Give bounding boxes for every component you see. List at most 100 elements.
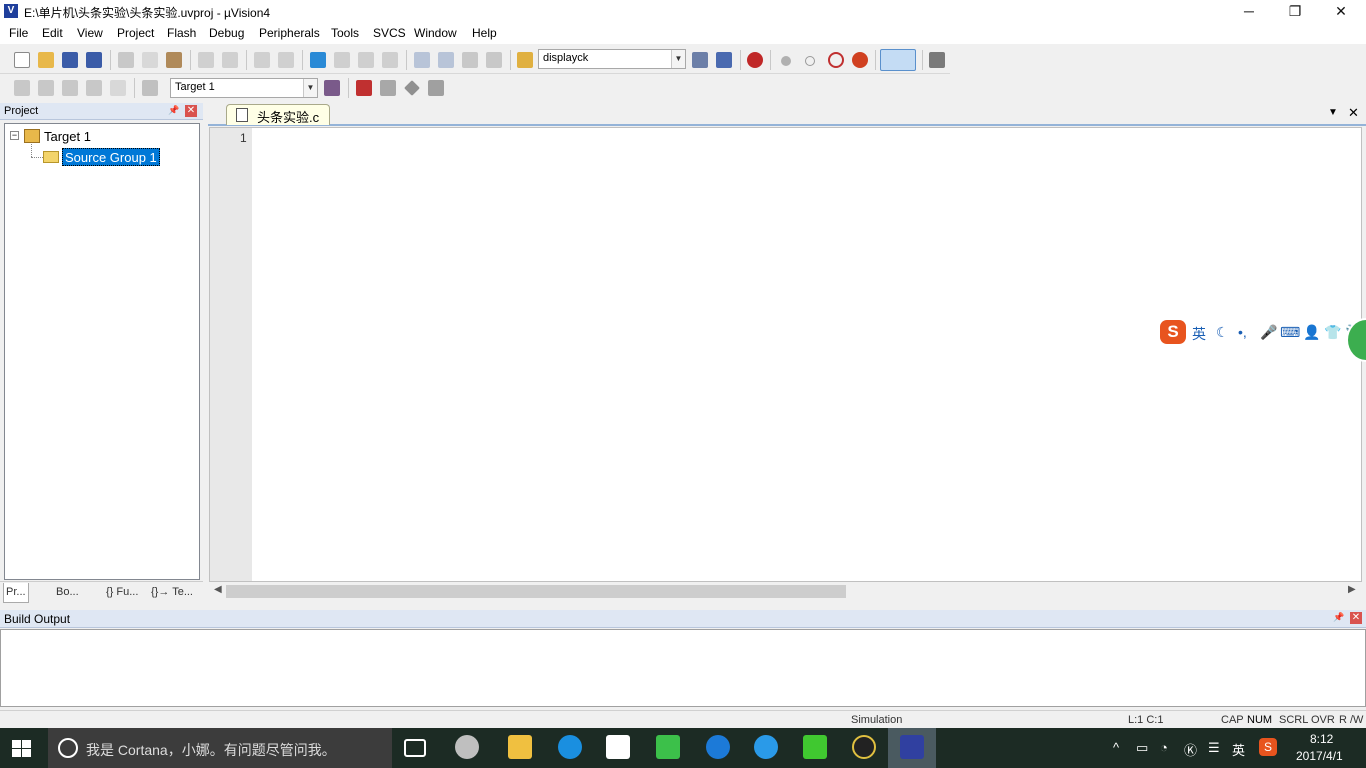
find-combo[interactable]: displayck ▼ [538,49,686,69]
pin-icon[interactable]: 📌 [168,105,179,116]
debug-session-icon[interactable] [747,52,763,68]
menu-window[interactable]: Window [414,26,457,40]
iqiyi-icon[interactable] [803,735,827,759]
sogou-browser-icon[interactable] [754,735,778,759]
tab-templates[interactable]: {}→ Te... [149,583,195,603]
bookmark-toggle-icon[interactable] [310,52,326,68]
breakpoint-disable-all-icon[interactable] [828,52,844,68]
menu-project[interactable]: Project [117,26,154,40]
navigate-back-icon[interactable] [254,52,270,68]
indent-icon[interactable] [414,52,430,68]
chevron-down-icon[interactable]: ▼ [303,79,317,97]
green-app-icon[interactable] [656,735,680,759]
close-panel-icon[interactable]: ✕ [185,105,197,117]
scroll-right-icon[interactable]: ▶ [1348,584,1356,595]
code-editor[interactable] [209,127,1362,582]
incremental-find-icon[interactable] [716,52,732,68]
breakpoint-insert-icon[interactable] [781,56,791,66]
menu-svcs[interactable]: SVCS [373,26,406,40]
qq-icon[interactable] [852,735,876,759]
bookmark-prev-icon[interactable] [334,52,350,68]
menu-file[interactable]: File [9,26,28,40]
maximize-button[interactable]: ❐ [1272,0,1318,23]
build-icon[interactable] [38,80,54,96]
kugou-tray-icon[interactable]: Ⓚ [1184,740,1197,759]
windows-start-icon[interactable] [12,740,32,758]
battery-icon[interactable]: ▭ [1136,740,1148,756]
find-in-files-icon[interactable] [517,52,533,68]
wifi-icon[interactable]: ◔ [1160,740,1168,755]
notification-icon[interactable]: ☰ [1208,740,1220,756]
manage-rte-icon[interactable] [404,80,420,96]
minimize-button[interactable]: ─ [1226,0,1272,23]
sogou-tray-icon[interactable]: S [1259,738,1277,756]
redo-icon[interactable] [222,52,238,68]
menu-view[interactable]: View [77,26,103,40]
batch-build-icon[interactable] [86,80,102,96]
configure-wrench-icon[interactable] [929,52,945,68]
pin-icon[interactable]: 📌 [1333,612,1344,623]
stop-build-icon[interactable] [110,80,126,96]
tree-item-target[interactable]: Target 1 [44,129,91,144]
manage-components-icon[interactable] [356,80,372,96]
pack-installer-icon[interactable] [428,80,444,96]
unindent-icon[interactable] [438,52,454,68]
navigate-forward-icon[interactable] [278,52,294,68]
tab-list-dropdown-icon[interactable]: ▼ [1328,107,1338,118]
skin-icon[interactable]: 👕 [1324,324,1341,341]
input-language-indicator[interactable]: 英 [1232,740,1245,759]
menu-flash[interactable]: Flash [167,26,196,40]
show-hidden-icons[interactable]: ^ [1113,740,1119,755]
open-folder-icon[interactable] [38,52,54,68]
moon-icon[interactable]: ☾ [1216,324,1229,341]
tab-functions[interactable]: {} Fu... [104,583,140,603]
target-options-icon[interactable] [324,80,340,96]
clock-date[interactable]: 2017/4/1 [1296,749,1343,763]
edge-browser-icon[interactable] [706,735,730,759]
collapse-toggle-icon[interactable]: − [10,131,19,140]
save-all-icon[interactable] [86,52,102,68]
user-icon[interactable]: 👤 [1303,324,1320,341]
tab-project[interactable]: Pr... [3,583,29,603]
breakpoint-kill-all-icon[interactable] [852,52,868,68]
sogou-logo-icon[interactable]: S [1160,320,1186,344]
menu-tools[interactable]: Tools [331,26,359,40]
close-editor-icon[interactable]: ✕ [1348,105,1359,121]
pinwheel-app-icon[interactable] [455,735,479,759]
punctuation-icon[interactable]: •, [1238,324,1247,340]
window-layout-icon[interactable] [880,49,916,71]
task-view-icon[interactable] [404,739,426,757]
scroll-left-icon[interactable]: ◀ [214,584,222,595]
scrollbar-thumb[interactable] [226,585,846,598]
tree-item-source-group[interactable]: Source Group 1 [62,148,160,166]
build-output-text[interactable] [0,629,1366,707]
download-load-icon[interactable] [142,80,158,96]
undo-icon[interactable] [198,52,214,68]
target-combo[interactable]: Target 1 ▼ [170,78,318,98]
find-icon[interactable] [692,52,708,68]
cut-icon[interactable] [118,52,134,68]
rebuild-icon[interactable] [62,80,78,96]
close-button[interactable]: ✕ [1318,0,1364,23]
kugou-music-icon[interactable] [558,735,582,759]
menu-edit[interactable]: Edit [42,26,63,40]
new-file-icon[interactable] [14,52,30,68]
file-explorer-icon[interactable] [508,735,532,759]
store-icon[interactable] [606,735,630,759]
ime-language-toggle[interactable]: 英 [1192,324,1206,344]
bookmark-next-icon[interactable] [358,52,374,68]
select-packs-icon[interactable] [380,80,396,96]
menu-debug[interactable]: Debug [209,26,244,40]
bookmark-clear-icon[interactable] [382,52,398,68]
tab-source-file[interactable]: 头条实验.c [226,104,330,125]
chevron-down-icon[interactable]: ▼ [671,50,685,68]
paste-icon[interactable] [166,52,182,68]
uvision-task-icon[interactable] [900,735,924,759]
clock-time[interactable]: 8:12 [1310,732,1333,746]
uncomment-icon[interactable] [486,52,502,68]
copy-icon[interactable] [142,52,158,68]
comment-icon[interactable] [462,52,478,68]
microphone-icon[interactable]: 🎤 [1260,324,1277,341]
save-icon[interactable] [62,52,78,68]
menu-help[interactable]: Help [472,26,497,40]
